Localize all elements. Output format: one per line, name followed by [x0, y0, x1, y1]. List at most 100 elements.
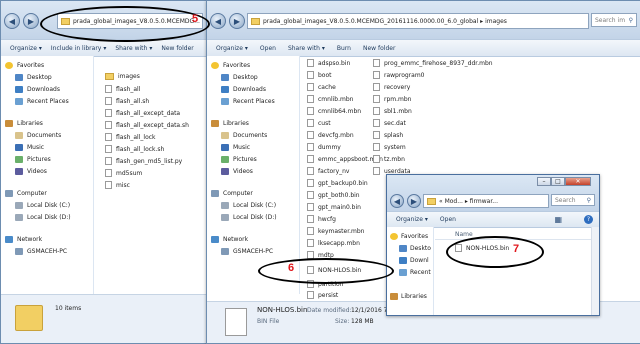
burn-button[interactable]: Burn	[337, 45, 351, 52]
scrollbar[interactable]	[591, 227, 599, 315]
nav-computer[interactable]: Computer	[211, 190, 253, 197]
nav-recent-places[interactable]: Recent Places	[221, 98, 275, 105]
view-options-icon[interactable]: ▦	[554, 215, 562, 224]
back-button[interactable]: ◀	[390, 194, 404, 208]
nav-downloads[interactable]: Downloads	[15, 86, 60, 93]
nav-libraries[interactable]: Libraries	[211, 120, 249, 127]
nav-favorites[interactable]: Favorites	[390, 233, 428, 240]
nav-network[interactable]: Network	[5, 236, 42, 243]
nav-local-disk-c[interactable]: Local Disk (C:)	[15, 202, 70, 209]
list-item[interactable]: splash	[373, 131, 403, 139]
open-button[interactable]: Open	[260, 45, 276, 52]
nav-downloads[interactable]: Downl	[399, 257, 429, 264]
list-item[interactable]: dummy	[307, 143, 341, 151]
nav-downloads[interactable]: Downloads	[221, 86, 266, 93]
list-item[interactable]: devcfg.mbn	[307, 131, 354, 139]
list-item[interactable]: lksecapp.mbn	[307, 239, 360, 247]
nav-videos[interactable]: Videos	[15, 168, 47, 175]
open-button[interactable]: Open	[440, 216, 456, 223]
nav-local-disk-d[interactable]: Local Disk (D:)	[221, 214, 277, 221]
nav-videos[interactable]: Videos	[221, 168, 253, 175]
nav-favorites[interactable]: Favorites	[5, 62, 44, 69]
list-item[interactable]: gpt_backup0.bin	[307, 179, 368, 187]
list-item[interactable]: cmnlib.mbn	[307, 95, 353, 103]
nav-libraries[interactable]: Libraries	[5, 120, 43, 127]
downloads-icon	[399, 257, 407, 264]
list-item[interactable]: persist	[307, 291, 338, 299]
new-folder-button[interactable]: New folder	[363, 45, 395, 52]
list-item[interactable]: rpm.mbn	[373, 95, 411, 103]
forward-button[interactable]: ▶	[23, 13, 39, 29]
include-in-library-button[interactable]: Include in library	[51, 45, 101, 52]
list-item[interactable]: gpt_both0.bin	[307, 191, 360, 199]
list-item[interactable]: flash_gen_md5_list.py	[105, 157, 182, 165]
list-item[interactable]: misc	[105, 181, 130, 189]
list-item[interactable]: factory_nv	[307, 167, 349, 175]
list-item[interactable]: flash_all.sh	[105, 97, 149, 105]
nav-libraries[interactable]: Libraries	[390, 293, 427, 300]
nav-desktop[interactable]: Desktop	[221, 74, 258, 81]
address-bar[interactable]: « Mod... ▸ firmwar...	[423, 194, 549, 208]
organize-button[interactable]: Organize	[396, 216, 423, 223]
list-item[interactable]: system	[373, 143, 406, 151]
close-button[interactable]: ✕	[565, 177, 591, 186]
nav-documents[interactable]: Documents	[15, 132, 61, 139]
list-item[interactable]: tz.mbn	[373, 155, 405, 163]
list-item[interactable]: keymaster.mbn	[307, 227, 364, 235]
list-item[interactable]: flash_all	[105, 85, 140, 93]
nav-music[interactable]: Music	[15, 144, 44, 151]
list-item[interactable]: flash_all_lock.sh	[105, 145, 164, 153]
share-with-button[interactable]: Share with	[115, 45, 147, 52]
list-item[interactable]: md5sum	[105, 169, 142, 177]
organize-button[interactable]: Organize	[10, 45, 37, 52]
list-item[interactable]: sbl1.mbn	[373, 107, 412, 115]
list-item[interactable]: emmc_appsboot.mbn	[307, 155, 383, 163]
nav-gsmaceh-pc[interactable]: GSMACEH-PC	[15, 248, 67, 255]
maximize-button[interactable]: □	[551, 177, 565, 186]
help-icon[interactable]: ?	[584, 215, 593, 224]
nav-music[interactable]: Music	[221, 144, 250, 151]
list-item[interactable]: rawprogram0	[373, 71, 424, 79]
file-icon	[307, 83, 314, 91]
list-item[interactable]: sec.dat	[373, 119, 406, 127]
forward-button[interactable]: ▶	[407, 194, 421, 208]
list-item[interactable]: gpt_main0.bin	[307, 203, 361, 211]
list-item[interactable]: cust	[307, 119, 331, 127]
nav-computer[interactable]: Computer	[5, 190, 47, 197]
list-item[interactable]: prog_emmc_firehose_8937_ddr.mbn	[373, 59, 493, 67]
list-item[interactable]: adspso.bin	[307, 59, 350, 67]
organize-button[interactable]: Organize	[216, 45, 243, 52]
nav-desktop[interactable]: Deskto	[399, 245, 431, 252]
list-item[interactable]: images	[105, 73, 140, 80]
minimize-button[interactable]: –	[537, 177, 551, 186]
new-folder-button[interactable]: New folder	[161, 45, 193, 52]
address-bar[interactable]: prada_global_images_V8.0.5.0.MCEMDG_2016…	[247, 13, 589, 29]
list-item[interactable]: flash_all_except_data	[105, 109, 180, 117]
back-button[interactable]: ◀	[210, 13, 226, 29]
share-with-button[interactable]: Share with	[288, 45, 320, 52]
search-input[interactable]: Search im ⚲	[591, 13, 637, 27]
list-item[interactable]: flash_all_lock	[105, 133, 156, 141]
nav-desktop[interactable]: Desktop	[15, 74, 52, 81]
list-item[interactable]: cmnlib64.mbn	[307, 107, 361, 115]
list-item[interactable]: hwcfg	[307, 215, 336, 223]
nav-local-disk-d[interactable]: Local Disk (D:)	[15, 214, 71, 221]
list-item[interactable]: recovery	[373, 83, 410, 91]
nav-documents[interactable]: Documents	[221, 132, 267, 139]
forward-button[interactable]: ▶	[229, 13, 245, 29]
nav-pictures[interactable]: Pictures	[221, 156, 257, 163]
column-header-name[interactable]: Name	[455, 231, 473, 238]
list-item[interactable]: flash_all_except_data.sh	[105, 121, 189, 129]
search-input[interactable]: Search ⚲	[551, 194, 595, 206]
nav-recent-places[interactable]: Recent Places	[15, 98, 69, 105]
nav-favorites[interactable]: Favorites	[211, 62, 250, 69]
list-item[interactable]: boot	[307, 71, 332, 79]
nav-pictures[interactable]: Pictures	[15, 156, 51, 163]
nav-network[interactable]: Network	[211, 236, 248, 243]
back-button[interactable]: ◀	[4, 13, 20, 29]
nav-local-disk-c[interactable]: Local Disk (C:)	[221, 202, 276, 209]
list-item[interactable]: cache	[307, 83, 336, 91]
nav-gsmaceh-pc[interactable]: GSMACEH-PC	[221, 248, 273, 255]
file-icon	[307, 143, 314, 151]
nav-recent-places[interactable]: Recent	[399, 269, 431, 276]
